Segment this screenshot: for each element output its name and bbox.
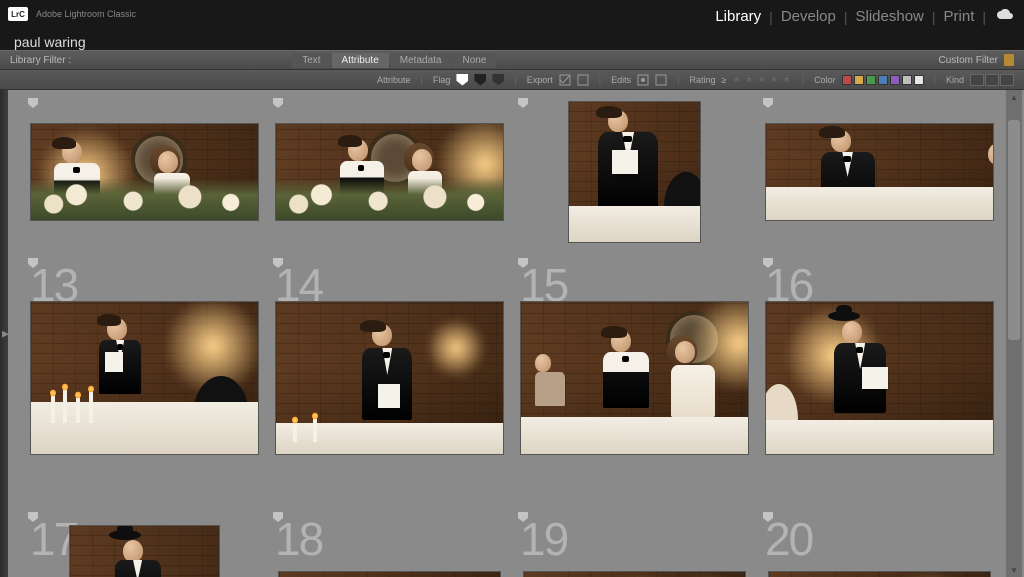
pick-flag-icon[interactable]	[518, 98, 528, 108]
flag-picked-icon[interactable]	[456, 74, 468, 86]
flag-unflagged-icon[interactable]	[474, 74, 486, 86]
color-green[interactable]	[866, 75, 876, 85]
grid-view[interactable]: ▶	[0, 90, 1024, 577]
flag-rejected-icon[interactable]	[492, 74, 504, 86]
thumbnail[interactable]	[279, 572, 501, 577]
export-done-icon[interactable]	[559, 74, 571, 86]
toolbar-color-label: Color	[814, 75, 836, 85]
thumbnail[interactable]	[70, 526, 219, 577]
library-filter-bar: Library Filter : Text Attribute Metadata…	[0, 50, 1024, 70]
cell-index: 19	[520, 512, 567, 566]
toolbar-kind-label: Kind	[946, 75, 964, 85]
filter-tab-text[interactable]: Text	[292, 53, 330, 68]
toolbar-attribute-label: Attribute	[377, 75, 411, 85]
lock-icon[interactable]	[1004, 54, 1014, 66]
cloud-sync-icon[interactable]	[996, 8, 1014, 26]
grid-cell[interactable]: 14	[269, 252, 510, 504]
grid-cell[interactable]	[759, 92, 1000, 252]
divider: |	[844, 9, 848, 25]
grid-cell[interactable]	[24, 92, 265, 252]
filter-label: Library Filter :	[10, 55, 71, 66]
grid-cell[interactable]: 15	[514, 252, 755, 504]
module-library[interactable]: Library	[713, 4, 763, 29]
grid-cell[interactable]: 20	[759, 506, 1000, 577]
kind-virtual-icon[interactable]	[985, 74, 999, 86]
pick-flag-icon[interactable]	[28, 98, 38, 108]
export-pending-icon[interactable]	[577, 74, 589, 86]
grid-cell[interactable]	[269, 92, 510, 252]
filter-tabs: Text Attribute Metadata None	[292, 53, 496, 68]
scroll-up-icon[interactable]: ▲	[1006, 90, 1022, 104]
custom-filter-dropdown[interactable]: Custom Filter	[939, 55, 998, 66]
module-picker: Library | Develop | Slideshow | Print |	[713, 4, 1014, 29]
edits-no-icon[interactable]	[655, 74, 667, 86]
color-blue[interactable]	[878, 75, 888, 85]
app-logo: LrC	[8, 7, 28, 21]
edits-yes-icon[interactable]	[637, 74, 649, 86]
thumbnail[interactable]	[524, 572, 746, 577]
color-swatches	[842, 75, 924, 85]
app-name: Adobe Lightroom Classic	[36, 9, 136, 19]
thumbnail[interactable]	[31, 302, 258, 453]
color-purple[interactable]	[890, 75, 900, 85]
grid-cell[interactable]: 18	[269, 506, 510, 577]
username: paul waring	[14, 34, 86, 50]
grid-cell[interactable]: 19	[514, 506, 755, 577]
grid-cell[interactable]: 17	[24, 506, 265, 577]
identity-row: paul waring	[0, 28, 1024, 50]
kind-master-icon[interactable]	[970, 74, 984, 86]
color-gray[interactable]	[902, 75, 912, 85]
expand-left-icon[interactable]: ▶	[2, 328, 9, 339]
scrollbar-thumb[interactable]	[1008, 120, 1020, 340]
filter-tab-attribute[interactable]: Attribute	[332, 53, 389, 68]
thumbnail[interactable]	[31, 124, 258, 220]
left-panel-collapsed[interactable]: ▶	[0, 90, 8, 577]
rating-operator[interactable]: ≥	[721, 75, 726, 85]
rating-stars[interactable]: ★ ★ ★ ★ ★	[732, 74, 791, 85]
thumbnail[interactable]	[521, 302, 748, 453]
filter-tab-metadata[interactable]: Metadata	[390, 53, 452, 68]
pick-flag-icon[interactable]	[273, 98, 283, 108]
scroll-down-icon[interactable]: ▼	[1006, 563, 1022, 577]
kind-video-icon[interactable]	[1000, 74, 1014, 86]
toolbar-edits-label: Edits	[611, 75, 631, 85]
filter-tab-none[interactable]: None	[452, 53, 496, 68]
vertical-scrollbar[interactable]: ▲ ▼	[1006, 90, 1022, 577]
module-develop[interactable]: Develop	[779, 4, 838, 29]
module-slideshow[interactable]: Slideshow	[854, 4, 926, 29]
grid-cell[interactable]: 16	[759, 252, 1000, 504]
cell-index: 18	[275, 512, 322, 566]
toolbar-export-label: Export	[527, 75, 553, 85]
color-yellow[interactable]	[854, 75, 864, 85]
grid-cell[interactable]: 13	[24, 252, 265, 504]
module-print[interactable]: Print	[942, 4, 977, 29]
thumbnail[interactable]	[276, 302, 503, 453]
pick-flag-icon[interactable]	[763, 98, 773, 108]
attribute-toolbar: Attribute | Flag | Export | Edits | Rati…	[0, 70, 1024, 90]
thumbnail[interactable]	[569, 102, 699, 243]
color-red[interactable]	[842, 75, 852, 85]
divider: |	[769, 9, 773, 25]
thumbnail[interactable]	[276, 124, 503, 220]
color-none[interactable]	[914, 75, 924, 85]
cell-index: 20	[765, 512, 812, 566]
thumbnail[interactable]	[769, 572, 991, 577]
toolbar-flag-label: Flag	[433, 75, 451, 85]
grid-cell[interactable]	[514, 92, 755, 252]
divider: |	[932, 9, 936, 25]
thumbnail[interactable]	[766, 124, 993, 220]
toolbar-rating-label: Rating	[689, 75, 715, 85]
divider: |	[982, 9, 986, 25]
thumbnail[interactable]	[766, 302, 993, 453]
